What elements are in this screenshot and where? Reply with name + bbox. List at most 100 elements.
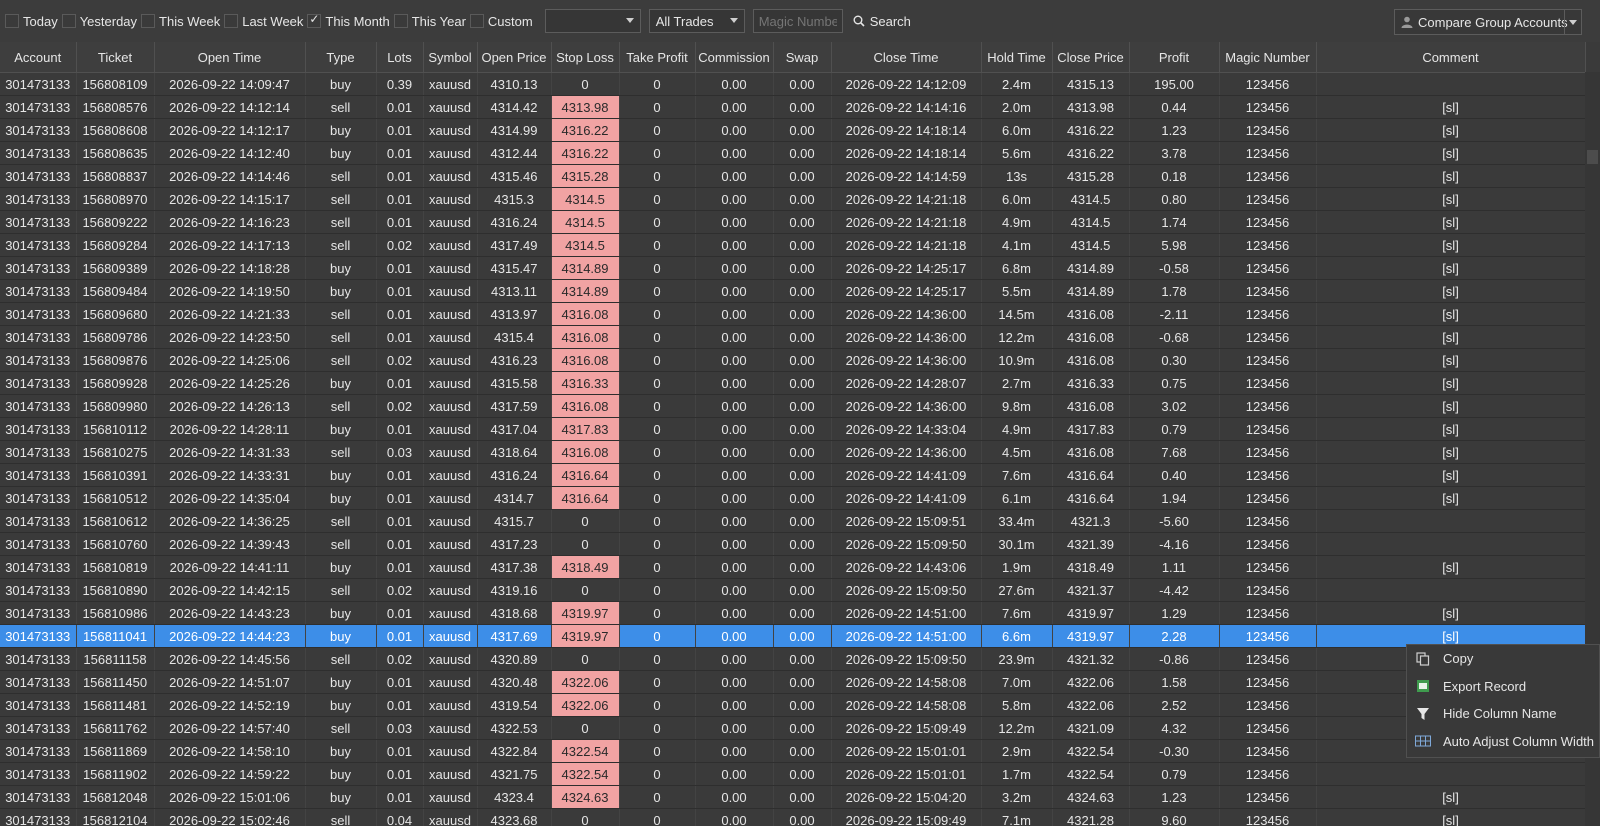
checkbox-box[interactable] xyxy=(224,14,239,28)
table-row[interactable]: 301473133 156809680 2026-09-22 14:21:33 sel… xyxy=(0,302,1586,326)
column-header-profit[interactable]: Profit xyxy=(1129,42,1220,73)
column-header-ticket[interactable]: Ticket xyxy=(76,42,155,73)
table-row[interactable]: 301473133 156809876 2026-09-22 14:25:06 sel… xyxy=(0,348,1586,372)
column-header-magic-number[interactable]: Magic Number xyxy=(1219,42,1317,73)
table-row[interactable]: 301473133 156810760 2026-09-22 14:39:43 sel… xyxy=(0,532,1586,556)
table-row[interactable]: 301473133 156811902 2026-09-22 14:59:22 buy… xyxy=(0,762,1586,786)
table-row[interactable]: 301473133 156808970 2026-09-22 14:15:17 sel… xyxy=(0,187,1586,211)
table-row[interactable]: 301473133 156810391 2026-09-22 14:33:31 buy… xyxy=(0,463,1586,487)
column-header-close-price[interactable]: Close Price xyxy=(1052,42,1130,73)
trade-type-select[interactable]: All Trades xyxy=(648,9,745,33)
table-row[interactable]: 301473133 156810819 2026-09-22 14:41:11 buy… xyxy=(0,555,1586,579)
table-row[interactable]: 301473133 156809284 2026-09-22 14:17:13 sel… xyxy=(0,233,1586,257)
compare-group-accounts-select[interactable]: Compare Group Accounts xyxy=(1394,9,1582,35)
cell-lots: 0.01 xyxy=(376,486,424,510)
checkbox-box[interactable] xyxy=(469,14,484,28)
context-menu-hide-column-name[interactable]: Hide Column Name xyxy=(1407,700,1599,728)
table-row[interactable]: 301473133 156810612 2026-09-22 14:36:25 sel… xyxy=(0,509,1586,533)
table-row[interactable]: 301473133 156808109 2026-09-22 14:09:47 buy… xyxy=(0,72,1586,96)
table-row[interactable]: 301473133 156808576 2026-09-22 14:12:14 sel… xyxy=(0,95,1586,119)
cell-symbol: xauusd xyxy=(423,164,478,188)
cell-stop-loss: 4322.54 xyxy=(551,762,620,786)
column-header-stop-loss[interactable]: Stop Loss xyxy=(551,42,620,73)
checkbox-this-year[interactable]: This Year xyxy=(393,14,466,29)
table-row[interactable]: 301473133 156808837 2026-09-22 14:14:46 sel… xyxy=(0,164,1586,188)
column-header-open-time[interactable]: Open Time xyxy=(154,42,306,73)
table-row[interactable]: 301473133 156809980 2026-09-22 14:26:13 sel… xyxy=(0,394,1586,418)
table-row[interactable]: 301473133 156810112 2026-09-22 14:28:11 buy… xyxy=(0,417,1586,441)
table-row[interactable]: 301473133 156812104 2026-09-22 15:02:46 sel… xyxy=(0,808,1586,826)
cell-close-time: 2026-09-22 14:18:14 xyxy=(831,141,982,165)
cell-open-time: 2026-09-22 15:01:06 xyxy=(154,785,306,809)
scrollbar-thumb[interactable] xyxy=(1587,150,1598,164)
cell-open-time: 2026-09-22 14:59:22 xyxy=(154,762,306,786)
cell-commission: 0.00 xyxy=(695,624,774,648)
column-header-symbol[interactable]: Symbol xyxy=(423,42,478,73)
cell-open-price: 4316.24 xyxy=(477,463,552,487)
column-header-hold-time[interactable]: Hold Time xyxy=(981,42,1053,73)
table-row[interactable]: 301473133 156810986 2026-09-22 14:43:23 buy… xyxy=(0,601,1586,625)
cell-close-time: 2026-09-22 14:33:04 xyxy=(831,417,982,441)
cell-comment: [sl] xyxy=(1316,302,1586,326)
column-header-account[interactable]: Account xyxy=(0,42,77,73)
table-row[interactable]: 301473133 156812048 2026-09-22 15:01:06 buy… xyxy=(0,785,1586,809)
search-button[interactable]: Search xyxy=(853,14,911,29)
cell-ticket: 156810890 xyxy=(76,578,155,602)
checkbox-box[interactable] xyxy=(61,14,76,28)
cell-commission: 0.00 xyxy=(695,762,774,786)
column-header-take-profit[interactable]: Take Profit xyxy=(619,42,696,73)
cell-close-price: 4324.63 xyxy=(1052,785,1130,809)
column-header-type[interactable]: Type xyxy=(305,42,377,73)
checkbox-this-week[interactable]: This Week xyxy=(141,14,220,29)
cell-swap: 0.00 xyxy=(773,417,832,441)
column-header-open-price[interactable]: Open Price xyxy=(477,42,552,73)
table-row[interactable]: 301473133 156810512 2026-09-22 14:35:04 buy… xyxy=(0,486,1586,510)
cell-hold-time: 23.9m xyxy=(981,647,1053,671)
table-row[interactable]: 301473133 156810890 2026-09-22 14:42:15 sel… xyxy=(0,578,1586,602)
column-header-close-time[interactable]: Close Time xyxy=(831,42,982,73)
cell-lots: 0.01 xyxy=(376,256,424,280)
cell-symbol: xauusd xyxy=(423,578,478,602)
checkbox-this-month[interactable]: This Month xyxy=(307,12,390,29)
column-header-commission[interactable]: Commission xyxy=(695,42,774,73)
table-row[interactable]: 301473133 156810275 2026-09-22 14:31:33 sel… xyxy=(0,440,1586,464)
table-row[interactable]: 301473133 156809389 2026-09-22 14:18:28 buy… xyxy=(0,256,1586,280)
table-row[interactable]: 301473133 156809928 2026-09-22 14:25:26 buy… xyxy=(0,371,1586,395)
cell-symbol: xauusd xyxy=(423,371,478,395)
context-menu-auto-adjust-column-width[interactable]: Auto Adjust Column Width xyxy=(1407,728,1599,756)
checkbox-box[interactable] xyxy=(5,14,19,28)
checkbox-last-week[interactable]: Last Week xyxy=(224,14,303,29)
table-row[interactable]: 301473133 156811869 2026-09-22 14:58:10 buy… xyxy=(0,739,1586,763)
checkbox-custom[interactable]: Custom xyxy=(469,14,533,29)
cell-open-time: 2026-09-22 14:15:17 xyxy=(154,187,306,211)
table-row[interactable]: 301473133 156809484 2026-09-22 14:19:50 buy… xyxy=(0,279,1586,303)
table-row[interactable]: 301473133 156811762 2026-09-22 14:57:40 sel… xyxy=(0,716,1586,740)
magic-number-input[interactable] xyxy=(752,9,843,33)
table-row[interactable]: 301473133 156809222 2026-09-22 14:16:23 sel… xyxy=(0,210,1586,234)
table-row[interactable]: 301473133 156811450 2026-09-22 14:51:07 buy… xyxy=(0,670,1586,694)
checkbox-yesterday[interactable]: Yesterday xyxy=(61,14,137,29)
column-header-swap[interactable]: Swap xyxy=(773,42,832,73)
cell-magic-number: 123456 xyxy=(1219,210,1317,234)
context-menu-export-record[interactable]: Export Record xyxy=(1407,673,1599,701)
cell-commission: 0.00 xyxy=(695,532,774,556)
checkbox-box[interactable] xyxy=(141,14,156,28)
table-row[interactable]: 301473133 156809786 2026-09-22 14:23:50 sel… xyxy=(0,325,1586,349)
table-row[interactable]: 301473133 156811481 2026-09-22 14:52:19 buy… xyxy=(0,693,1586,717)
cell-type: buy xyxy=(305,463,377,487)
checkbox-today[interactable]: Today xyxy=(5,14,58,29)
table-row[interactable]: 301473133 156808608 2026-09-22 14:12:17 buy… xyxy=(0,118,1586,142)
column-header-lots[interactable]: Lots xyxy=(376,42,424,73)
table-row[interactable]: 301473133 156811158 2026-09-22 14:45:56 sel… xyxy=(0,647,1586,671)
cell-symbol: xauusd xyxy=(423,716,478,740)
date-range-select[interactable] xyxy=(544,9,641,33)
checkbox-box[interactable] xyxy=(307,12,322,28)
column-header-comment[interactable]: Comment xyxy=(1316,42,1586,73)
context-menu-copy[interactable]: Copy xyxy=(1407,645,1599,673)
table-row[interactable]: 301473133 156808635 2026-09-22 14:12:40 buy… xyxy=(0,141,1586,165)
cell-commission: 0.00 xyxy=(695,601,774,625)
search-icon xyxy=(853,15,865,27)
cell-open-price: 4315.47 xyxy=(477,256,552,280)
checkbox-box[interactable] xyxy=(393,14,408,28)
table-row[interactable]: 301473133 156811041 2026-09-22 14:44:23 buy… xyxy=(0,624,1586,648)
